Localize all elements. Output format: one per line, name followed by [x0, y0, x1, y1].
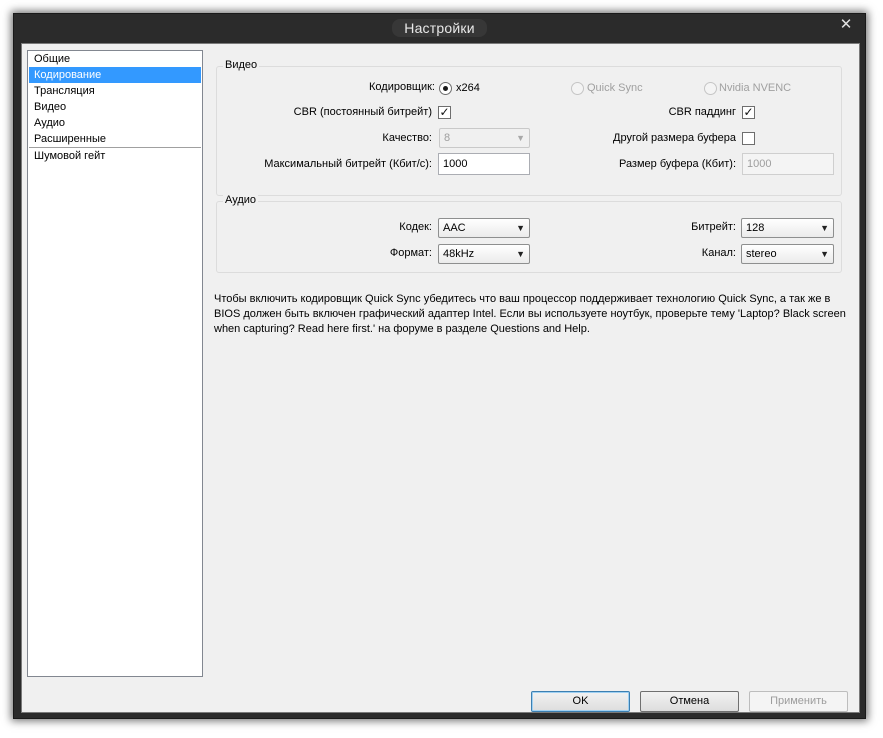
encoder-quicksync-label[interactable]: Quick Sync: [587, 82, 643, 94]
ok-button[interactable]: OK: [531, 691, 630, 712]
settings-category-list[interactable]: Общие Кодирование Трансляция Видео Аудио…: [27, 50, 203, 677]
format-select[interactable]: 48kHz ▼: [438, 244, 530, 264]
cbr-label[interactable]: CBR (постоянный битрейт): [294, 106, 432, 118]
chevron-down-icon: ▼: [516, 249, 525, 259]
apply-button[interactable]: Применить: [749, 691, 848, 712]
checkmark-icon: ✓: [743, 105, 754, 119]
bitrate-select[interactable]: 128 ▼: [741, 218, 834, 238]
quick-sync-info-text: Чтобы включить кодировщик Quick Sync убе…: [214, 293, 846, 335]
encoder-x264-radio[interactable]: [439, 82, 452, 95]
bitrate-label: Битрейт:: [691, 221, 736, 233]
codec-value: AAC: [443, 222, 466, 234]
window-title: Настройки: [14, 19, 865, 37]
format-label: Формат:: [389, 247, 432, 259]
cbr-padding-label[interactable]: CBR паддинг: [669, 106, 736, 118]
sidebar-item-video[interactable]: Видео: [29, 99, 201, 115]
sidebar-item-advanced[interactable]: Расширенные: [29, 131, 201, 147]
encoder-quicksync-radio[interactable]: [571, 82, 584, 95]
format-value: 48kHz: [443, 248, 475, 260]
sidebar-item-noise-gate[interactable]: Шумовой гейт: [29, 147, 201, 163]
checkmark-icon: ✓: [439, 105, 450, 119]
close-icon: ✕: [839, 16, 853, 33]
encoder-nvenc-radio[interactable]: [704, 82, 717, 95]
custom-buffer-checkbox[interactable]: [742, 132, 755, 145]
chevron-down-icon: ▼: [820, 249, 829, 259]
title-bar[interactable]: Настройки ✕: [14, 14, 865, 44]
quality-value: 8: [444, 132, 451, 144]
max-bitrate-label: Максимальный битрейт (Кбит/с):: [264, 158, 432, 170]
close-button[interactable]: ✕: [835, 16, 857, 34]
custom-buffer-label[interactable]: Другой размера буфера: [613, 132, 736, 144]
sidebar-item-broadcast[interactable]: Трансляция: [29, 83, 201, 99]
codec-label: Кодек:: [399, 221, 432, 233]
quality-select[interactable]: 8 ▼: [439, 128, 530, 148]
cancel-button[interactable]: Отмена: [640, 691, 739, 712]
sidebar-item-general[interactable]: Общие: [29, 51, 201, 67]
audio-group-title: Аудио: [223, 194, 259, 206]
sidebar-item-encoding[interactable]: Кодирование: [29, 67, 201, 83]
dialog-client-area: Общие Кодирование Трансляция Видео Аудио…: [21, 43, 860, 713]
encoder-label: Кодировщик:: [369, 81, 435, 93]
channel-value: stereo: [746, 248, 777, 260]
sidebar-item-audio[interactable]: Аудио: [29, 115, 201, 131]
encoder-x264-label[interactable]: x264: [456, 82, 480, 94]
quality-label: Качество:: [382, 132, 432, 144]
settings-window: Настройки ✕ Общие Кодирование Трансляция…: [13, 13, 866, 719]
max-bitrate-input[interactable]: 1000: [438, 153, 530, 175]
cbr-padding-checkbox[interactable]: ✓: [742, 106, 755, 119]
channel-select[interactable]: stereo ▼: [741, 244, 834, 264]
encoder-nvenc-label[interactable]: Nvidia NVENC: [719, 82, 791, 94]
channel-label: Канал:: [701, 247, 736, 259]
video-group: Видео Кодировщик: x264 Quick Sync Nvidia…: [216, 59, 842, 196]
cbr-checkbox[interactable]: ✓: [438, 106, 451, 119]
buffer-size-input[interactable]: 1000: [742, 153, 834, 175]
chevron-down-icon: ▼: [516, 223, 525, 233]
codec-select[interactable]: AAC ▼: [438, 218, 530, 238]
video-group-title: Видео: [223, 59, 260, 71]
audio-group: Аудио Кодек: AAC ▼ Битрейт: 128 ▼ Формат…: [216, 194, 842, 273]
chevron-down-icon: ▼: [820, 223, 829, 233]
bitrate-value: 128: [746, 222, 765, 234]
buffer-size-label: Размер буфера (Кбит):: [618, 158, 736, 170]
chevron-down-icon: ▼: [516, 133, 525, 143]
